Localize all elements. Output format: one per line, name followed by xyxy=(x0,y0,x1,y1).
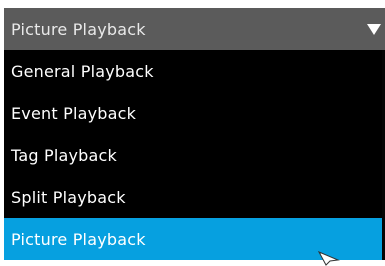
dropdown-options-list: General Playback Event Playback Tag Play… xyxy=(4,50,382,260)
mouse-pointer-icon xyxy=(318,251,340,266)
option-split-playback[interactable]: Split Playback xyxy=(4,176,382,218)
selected-value: Picture Playback xyxy=(11,19,146,39)
dropdown-header[interactable]: Picture Playback xyxy=(4,8,385,50)
option-tag-playback[interactable]: Tag Playback xyxy=(4,134,382,176)
option-general-playback[interactable]: General Playback xyxy=(4,50,382,92)
playback-mode-dropdown[interactable]: Picture Playback General Playback Event … xyxy=(4,8,385,260)
option-event-playback[interactable]: Event Playback xyxy=(4,92,382,134)
caret-down-icon[interactable] xyxy=(367,24,381,35)
